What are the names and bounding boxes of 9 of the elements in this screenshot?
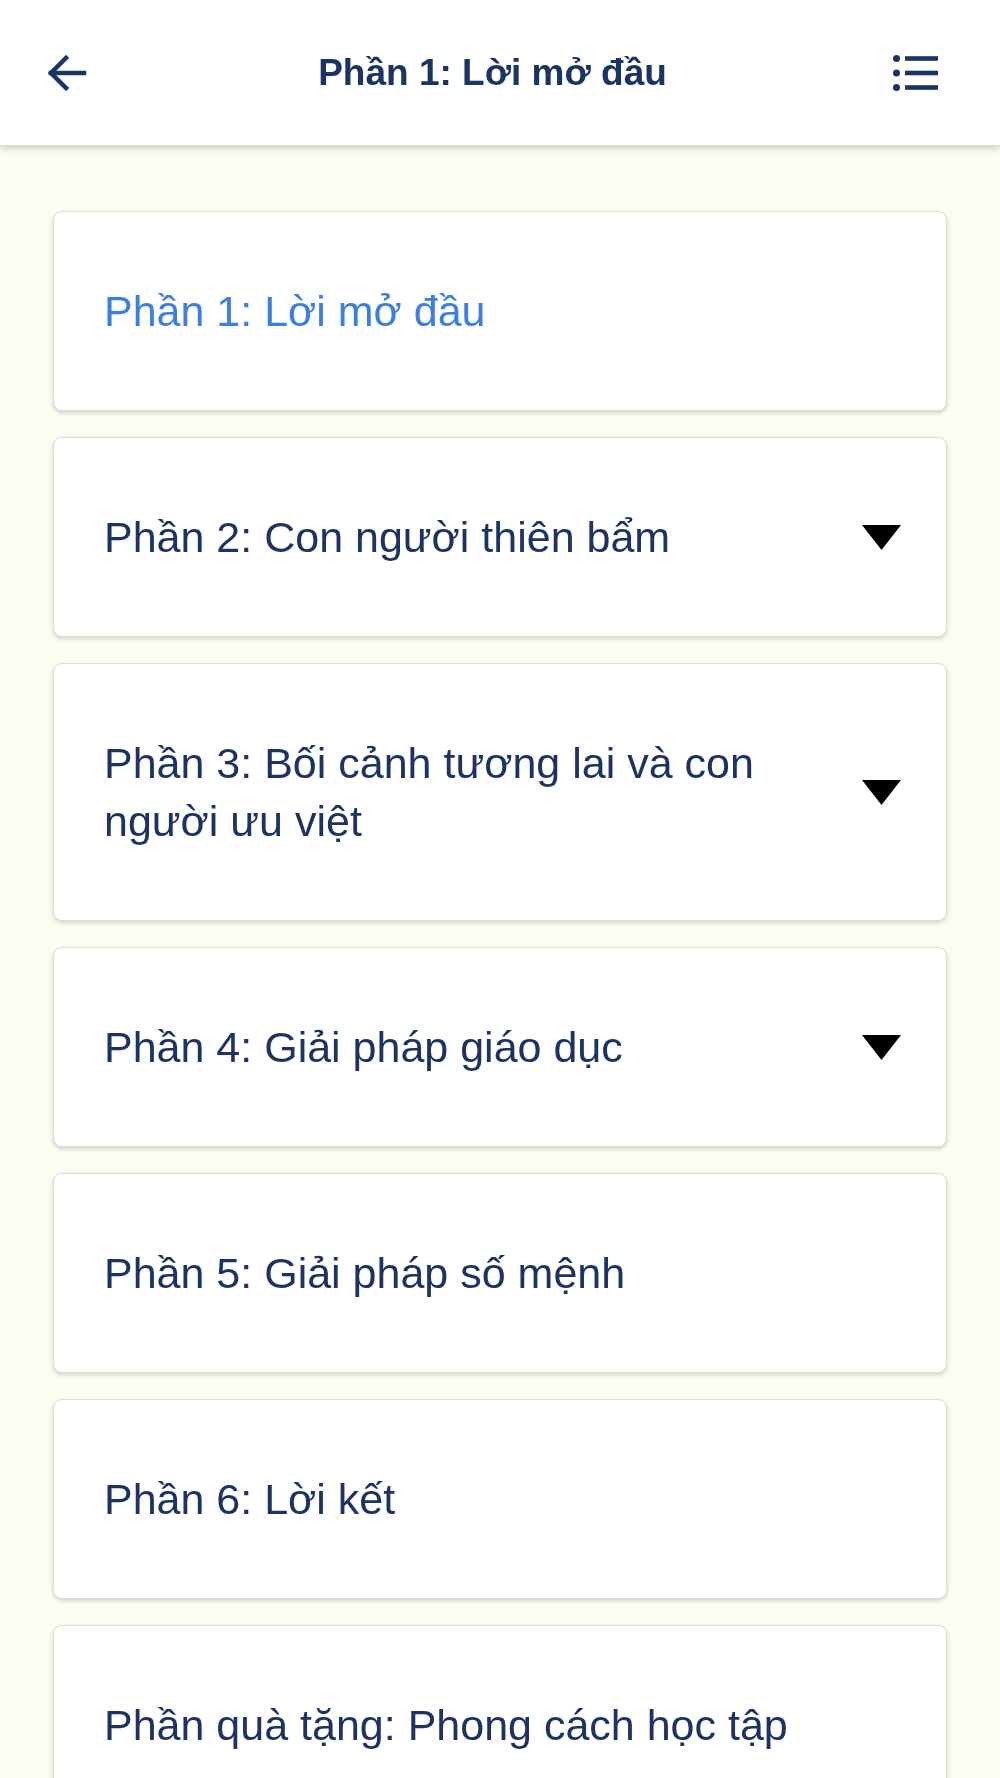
section-item[interactable]: Phần 2: Con người thiên bẩm	[53, 437, 947, 637]
section-item[interactable]: Phần 4: Giải pháp giáo dục	[53, 947, 947, 1147]
section-item[interactable]: Phần 3: Bối cảnh tương lai và con người ưu việt	[53, 663, 947, 921]
section-item[interactable]: Phần 5: Giải pháp số mệnh	[53, 1173, 947, 1373]
section-item[interactable]: Phần quà tặng: Phong cách học tập	[53, 1625, 947, 1778]
section-item[interactable]: Phần 1: Lời mở đầu	[53, 211, 947, 411]
menu-icon[interactable]	[893, 54, 938, 91]
page-title: Phần 1: Lời mở đầu	[317, 51, 668, 94]
section-item[interactable]: Phần 6: Lời kết	[53, 1399, 947, 1599]
